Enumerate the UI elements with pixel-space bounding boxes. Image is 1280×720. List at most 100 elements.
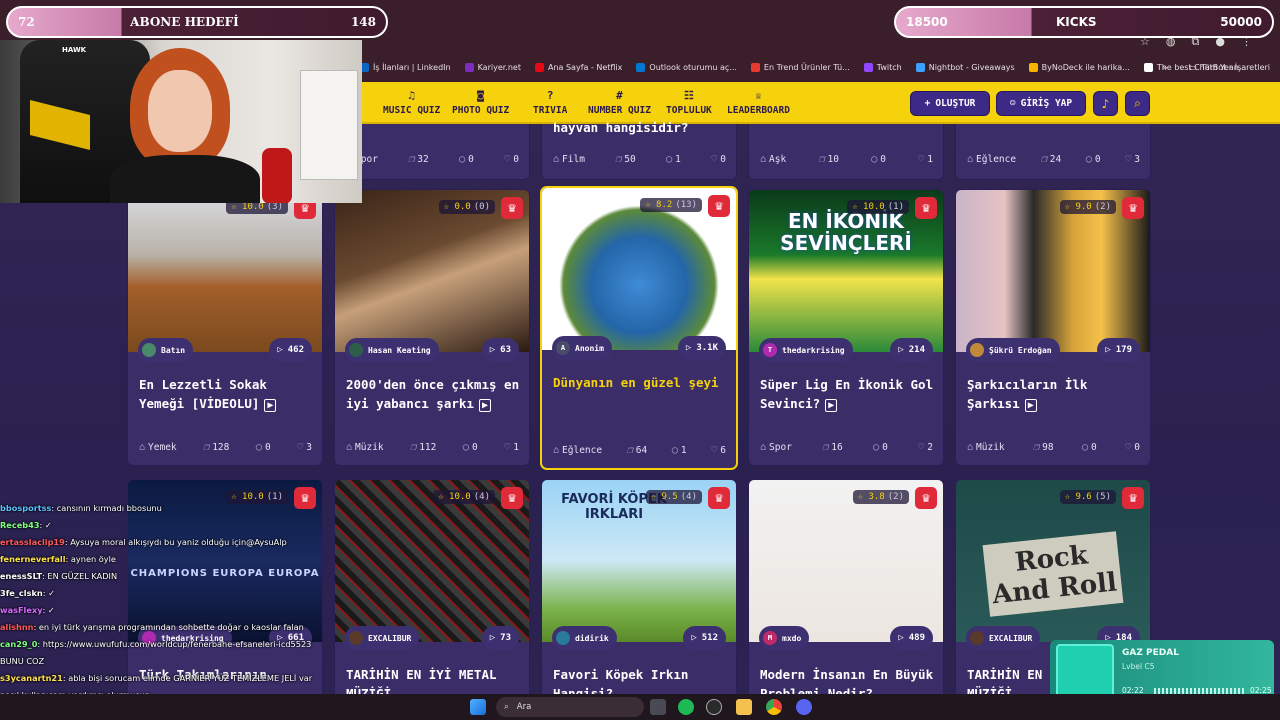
nav-item-topluluk[interactable]: ☷ TOPLULUK [666, 90, 712, 117]
nav-item-music-quiz[interactable]: ♫ MUSIC QUIZ [383, 90, 440, 117]
card-thumbnail[interactable]: ☆ 8.2 (13) ♛ [542, 188, 736, 350]
quiz-card[interactable]: FAVORİ KÖPEK IRKLARI ☆ 9.5 (4) ♛ didirik ▷ 512… [541, 479, 737, 719]
card-thumbnail[interactable]: EN İKONİK SEVİNÇLERİ ☆ 10.0 (1) ♛ [749, 190, 943, 352]
author-chip[interactable]: EXCALIBUR [345, 626, 420, 650]
card-title[interactable]: 2000'den önce çıkmış en iyi yabancı şark… [346, 375, 522, 415]
card-thumbnail[interactable]: FAVORİ KÖPEK IRKLARI ☆ 9.5 (4) ♛ [542, 480, 736, 642]
crown-icon[interactable]: ♛ [915, 487, 937, 509]
card-thumbnail[interactable]: ☆ 10.0 (4) ♛ [335, 480, 529, 642]
quiz-card-partial[interactable]: hayvan hangisidir? ⌂ Film ❐ 50 ◯ 1 ♡ 0 [541, 120, 737, 180]
quiz-card[interactable]: ☆ 3.8 (2) ♛ Mmxdo ▷ 489 Modern İnsanın En Büyü… [748, 479, 944, 719]
like-count[interactable]: ♡ 2 [918, 442, 933, 453]
like-count[interactable]: ♡ 1 [504, 442, 519, 453]
card-thumbnail[interactable]: ☆ 10.0 (3) ♛ [128, 190, 322, 352]
play-icon: ▷ [1105, 345, 1111, 355]
quiz-card[interactable]: ☆ 8.2 (13) ♛ A Anonim ▷ 3.1K Dünyanın en güzel … [541, 187, 737, 469]
quiz-card[interactable]: ☆ 9.0 (2) ♛ Şükrü Erdoğan ▷ 179 Şarkıcıların İ… [955, 189, 1151, 466]
bookmarks-overflow-button[interactable]: » [1163, 63, 1168, 72]
card-title[interactable]: Şarkıcıların İlk Şarkısı ▶ [967, 375, 1143, 415]
bookmark-item[interactable]: Nightbot - Giveaways [915, 62, 1015, 72]
crown-icon[interactable]: ♛ [1122, 197, 1144, 219]
card-meta: ⌂ Yemek ❐ 128 ◯ 0 ♡ 3 [139, 442, 312, 453]
nav-item-leaderboard[interactable]: ♕ LEADERBOARD [727, 90, 790, 117]
windows-start-icon[interactable] [470, 699, 486, 715]
nav-item-number-quiz[interactable]: # NUMBER QUIZ [588, 90, 651, 117]
heart-icon: ♡ [918, 154, 925, 165]
card-title[interactable]: Süper Lig En İkonik Gol Sevinci? ▶ [760, 375, 936, 415]
category[interactable]: ⌂ Eğlence [553, 445, 602, 456]
category[interactable]: ⌂ Müzik [967, 442, 1005, 453]
author-chip[interactable]: Tthedarkrising [759, 338, 853, 362]
discord-icon[interactable] [796, 699, 812, 715]
author-chip[interactable]: Batın [138, 338, 194, 362]
bookmark-item[interactable]: En Trend Ürünler Tü... [750, 62, 850, 72]
bookmark-item[interactable]: ByNoDeck ile harika... [1028, 62, 1130, 72]
crown-icon[interactable]: ♛ [708, 195, 730, 217]
card-thumbnail[interactable]: ☆ 9.0 (2) ♛ [956, 190, 1150, 352]
card-thumbnail[interactable]: ☆ 3.8 (2) ♛ [749, 480, 943, 642]
category[interactable]: ⌂ Film [553, 154, 585, 165]
taskbar-search[interactable]: ⌕ Ara [496, 697, 644, 717]
avatar [349, 343, 363, 357]
author-chip[interactable]: Hasan Keating [345, 338, 439, 362]
nav-item-photo-quiz[interactable]: ◙ PHOTO QUIZ [452, 90, 509, 117]
crown-icon[interactable]: ♛ [708, 487, 730, 509]
quiz-card[interactable]: EN İKONİK SEVİNÇLERİ ☆ 10.0 (1) ♛ Tthedarkri… [748, 189, 944, 466]
crown-icon[interactable]: ♛ [501, 487, 523, 509]
card-title[interactable]: En Lezzetli Sokak Yemeği [VİDEOLU] ▶ [139, 375, 315, 415]
author-chip[interactable]: Mmxdo [759, 626, 810, 650]
crown-icon[interactable]: ♛ [501, 197, 523, 219]
card-thumbnail[interactable]: Rock And Roll ☆ 9.6 (5) ♛ [956, 480, 1150, 642]
category[interactable]: ⌂ Yemek [139, 442, 177, 453]
bookmark-item[interactable]: Twitch [863, 62, 902, 72]
quiz-card-partial[interactable]: ⌂Spor❐32◯0♡0 [334, 124, 530, 180]
category[interactable]: ⌂ Aşk [760, 154, 786, 165]
author-chip[interactable]: Şükrü Erdoğan [966, 338, 1060, 362]
bookmark-favicon-icon [1143, 62, 1153, 72]
like-count[interactable]: ♡ 0 [1125, 442, 1140, 453]
nav-item-trivia[interactable]: ? TRIVIA [533, 90, 567, 117]
category[interactable]: ⌂Spor [760, 442, 792, 453]
category[interactable]: ⌂ Eğlence [967, 154, 1016, 165]
file-explorer-icon[interactable] [736, 699, 752, 715]
copy-icon: ❐ [408, 154, 415, 165]
bookmark-item[interactable]: Ana Sayfa - Netflix [534, 62, 622, 72]
crown-icon[interactable]: ♛ [1122, 487, 1144, 509]
github-icon[interactable] [706, 699, 722, 715]
spotify-icon[interactable] [678, 699, 694, 715]
category[interactable]: ⌂ Müzik [346, 442, 384, 453]
all-bookmarks-link[interactable]: Tüm Yer İşaretleri [1201, 63, 1270, 72]
quiz-card[interactable]: ☆ 10.0 (4) ♛ EXCALIBUR ▷ 73 TARİHİN EN İYİ MET… [334, 479, 530, 719]
star-icon: ☆ [645, 200, 657, 210]
like-count[interactable]: ♡ 3 [297, 442, 312, 453]
like-count[interactable]: ♡ 0 [504, 154, 519, 165]
bookmark-item[interactable]: İş İlanları | LinkedIn [360, 62, 451, 72]
author-chip[interactable]: A Anonim [552, 336, 612, 360]
bookmark-item[interactable]: Outlook oturumu aç... [636, 62, 737, 72]
chat-text: : abla bişi sorucam elimde GARNİER YÜZ T… [62, 673, 313, 683]
author-chip[interactable]: EXCALIBUR [966, 626, 1041, 650]
like-count[interactable]: ♡ 6 [711, 445, 726, 456]
login-button[interactable]: ☺ GİRİŞ YAP [996, 91, 1086, 116]
like-count[interactable]: ♡ 3 [1125, 154, 1140, 165]
task-view-icon[interactable] [650, 699, 666, 715]
crown-icon[interactable]: ♛ [915, 197, 937, 219]
search-icon[interactable]: ⌕ [1125, 91, 1150, 116]
bookmark-item[interactable]: Kariyer.net [464, 62, 521, 72]
like-count[interactable]: ♡ 1 [918, 154, 933, 165]
copy-icon: ❐ [1033, 442, 1040, 453]
play-icon: ▷ [691, 633, 697, 643]
quiz-card[interactable]: ☆ 10.0 (3) ♛ Batın ▷ 462 En Lezzetli Sokak Yem… [127, 189, 323, 466]
avatar: A [556, 341, 570, 355]
chrome-icon[interactable] [766, 699, 782, 715]
quiz-card[interactable]: ☆ 0.0 (0) ♛ Hasan Keating ▷ 63 2000'den önce ç… [334, 189, 530, 466]
like-count[interactable]: ♡ 0 [711, 154, 726, 165]
rating-badge: ☆ 10.0 (1) [847, 200, 909, 214]
author-chip[interactable]: didirik [552, 626, 617, 650]
card-thumbnail[interactable]: ☆ 0.0 (0) ♛ [335, 190, 529, 352]
bell-icon[interactable]: ♪ [1093, 91, 1118, 116]
create-button[interactable]: + OLUŞTUR [910, 91, 990, 116]
card-title[interactable]: Dünyanın en güzel şeyi [553, 373, 729, 392]
quiz-card-partial[interactable]: ⌂ Eğlence ❐ 24 ◯ 0 ♡ 3 [955, 124, 1151, 180]
quiz-card-partial[interactable]: ⌂ Aşk ❐ 10 ◯ 0 ♡ 1 [748, 124, 944, 180]
